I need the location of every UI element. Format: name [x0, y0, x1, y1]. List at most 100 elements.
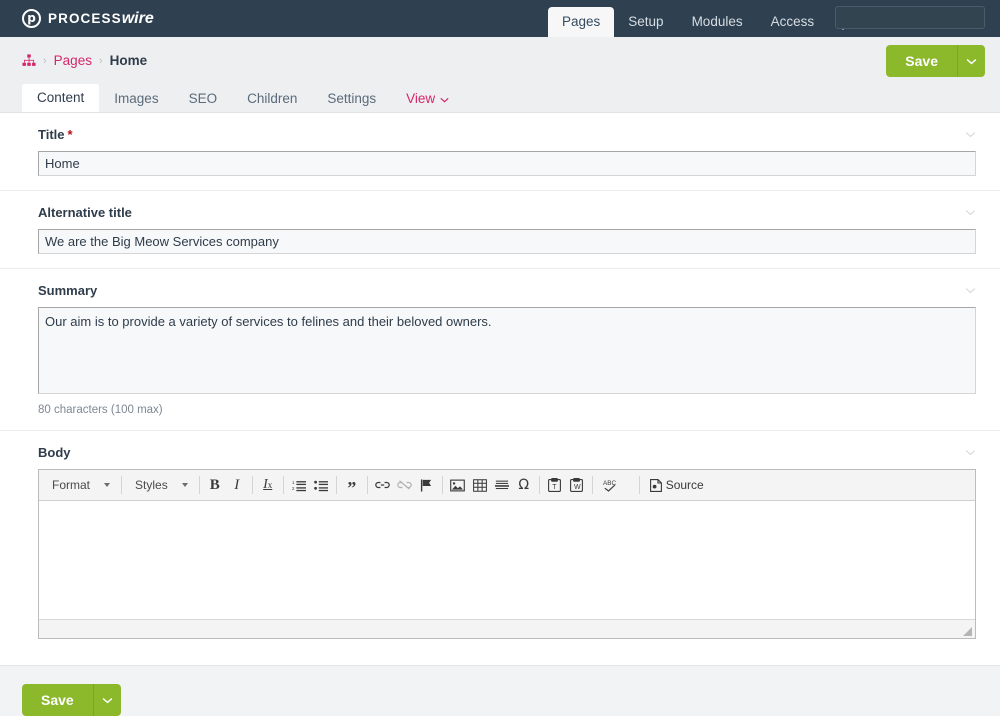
special-character-icon[interactable]: Ω [513, 474, 535, 496]
styles-dropdown-label: Styles [135, 478, 168, 492]
tab-images[interactable]: Images [99, 85, 173, 112]
required-marker: * [67, 127, 73, 142]
logo-text: PROCESSwire [48, 10, 154, 28]
svg-text:T: T [553, 484, 558, 491]
italic-icon[interactable]: I [226, 474, 248, 496]
nav-item-modules[interactable]: Modules [678, 7, 757, 37]
nav-item-access[interactable]: Access [757, 7, 829, 37]
nav-item-setup[interactable]: Setup [614, 7, 677, 37]
toolbar-separator [121, 476, 123, 494]
nav-item-pages[interactable]: Pages [548, 7, 615, 37]
toolbar-separator [538, 476, 540, 494]
link-icon[interactable] [372, 474, 394, 496]
logo-text-process: PROCESS [48, 10, 122, 26]
numbered-list-icon[interactable]: 1 2 [288, 474, 310, 496]
field-alt-title-label: Alternative title [38, 205, 132, 220]
format-dropdown-label: Format [52, 478, 91, 492]
save-button-label: Save [905, 53, 938, 69]
field-summary-label: Summary [38, 283, 98, 298]
spell-check-icon[interactable]: ABC [597, 474, 635, 496]
anchor-icon[interactable] [416, 474, 438, 496]
chevron-down-icon[interactable] [965, 287, 976, 294]
toolbar-separator [282, 476, 284, 494]
search-box[interactable] [835, 6, 1000, 29]
breadcrumb-separator: › [43, 54, 47, 67]
caret-down-icon [181, 483, 188, 487]
resize-grip-icon[interactable] [963, 627, 972, 636]
breadcrumb-item-pages[interactable]: Pages [54, 53, 92, 68]
summary-textarea[interactable]: Our aim is to provide a variety of servi… [38, 307, 976, 394]
blockquote-icon[interactable]: ” [341, 474, 363, 497]
svg-text:W: W [574, 484, 581, 491]
field-body-label: Body [38, 445, 71, 460]
tab-settings[interactable]: Settings [312, 85, 391, 112]
tab-view-label: View [406, 91, 436, 106]
svg-text:2: 2 [292, 485, 295, 490]
toolbar-separator [591, 476, 593, 494]
summary-character-count: 80 characters (100 max) [38, 404, 163, 416]
unlink-icon [394, 474, 416, 496]
search-input[interactable] [836, 10, 1000, 25]
top-navigation: Pages Setup Modules Access [548, 0, 866, 37]
source-button[interactable]: Source [644, 474, 710, 496]
toolbar-separator [335, 476, 337, 494]
field-title-header: Title * [38, 127, 976, 142]
field-title-label: Title * [38, 127, 73, 142]
tab-strip: Content Images SEO Children Settings Vie… [0, 83, 1000, 113]
breadcrumb-separator-2: › [98, 54, 103, 67]
source-button-label: Source [665, 478, 704, 492]
toolbar-separator [198, 476, 200, 494]
tab-view[interactable]: View [391, 85, 464, 112]
save-dropdown-toggle[interactable] [92, 684, 121, 716]
svg-text:1: 1 [292, 479, 295, 484]
table-icon[interactable] [469, 474, 491, 496]
sitemap-icon[interactable] [22, 54, 36, 67]
paste-from-word-icon[interactable]: W [566, 474, 588, 496]
field-alt-title: Alternative title [0, 190, 1000, 268]
title-input[interactable] [38, 151, 976, 176]
field-summary-header: Summary [38, 283, 976, 298]
tab-seo[interactable]: SEO [174, 85, 233, 112]
horizontal-rule-icon[interactable] [491, 474, 513, 496]
save-button-label: Save [41, 692, 74, 708]
processwire-logo-icon: p [22, 9, 41, 28]
editor-footer [39, 619, 975, 638]
masthead: p PROCESSwire Pages Setup Modules Access [0, 0, 1000, 37]
bold-icon[interactable]: B [204, 474, 226, 496]
save-button-bottom[interactable]: Save [22, 684, 121, 716]
field-body: Body Format Styles B I I x 1 2 ” Ω T W A… [0, 430, 1000, 653]
tab-children[interactable]: Children [232, 85, 312, 112]
chevron-down-icon [440, 85, 449, 112]
breadcrumb-bar: › Pages › Home Save [0, 37, 1000, 84]
toolbar-separator [638, 476, 640, 494]
caret-down-icon [104, 483, 111, 487]
chevron-down-icon[interactable] [965, 209, 976, 216]
breadcrumb: › Pages › Home [22, 53, 147, 68]
tab-content[interactable]: Content [22, 83, 100, 112]
field-summary: Summary Our aim is to provide a variety … [0, 268, 1000, 430]
chevron-down-icon[interactable] [965, 449, 976, 456]
logo-text-wire: wire [121, 9, 154, 27]
breadcrumb-item-home: Home [109, 53, 148, 68]
toolbar-separator [366, 476, 368, 494]
editor-content-area[interactable] [39, 501, 975, 619]
toolbar-separator [251, 476, 253, 494]
field-title-label-text: Title [38, 127, 65, 142]
format-dropdown[interactable]: Format [43, 474, 117, 497]
rich-text-editor: Format Styles B I Ix 1 2 ” Ω T W ABC Sou… [38, 469, 976, 639]
toolbar-separator [441, 476, 443, 494]
remove-format-icon[interactable]: Ix [257, 474, 279, 496]
logo[interactable]: p PROCESSwire [0, 0, 154, 37]
styles-dropdown[interactable]: Styles [126, 474, 195, 497]
save-dropdown-toggle[interactable] [957, 45, 985, 77]
alt-title-input[interactable] [38, 229, 976, 254]
save-button-top[interactable]: Save [886, 45, 985, 77]
field-body-header: Body [38, 445, 976, 460]
chevron-down-icon[interactable] [965, 131, 976, 138]
footer-actions: Save [0, 666, 1000, 716]
editor-toolbar: Format Styles B I Ix 1 2 ” Ω T W ABC Sou… [39, 470, 975, 501]
paste-as-text-icon[interactable]: T [544, 474, 566, 496]
bulleted-list-icon[interactable] [310, 474, 332, 496]
field-alt-title-header: Alternative title [38, 205, 976, 220]
image-icon[interactable] [447, 474, 469, 496]
